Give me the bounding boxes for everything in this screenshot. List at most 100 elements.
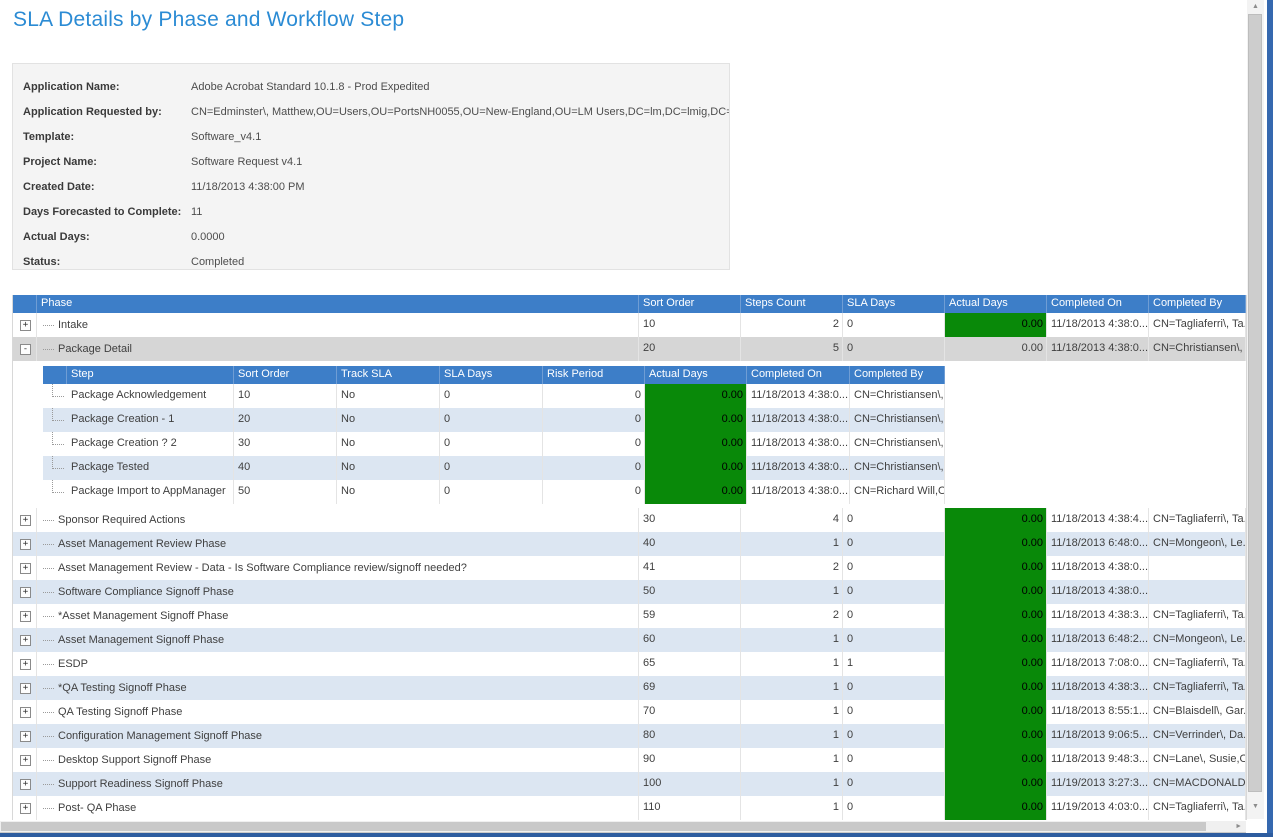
tree-dotted-line [43, 736, 54, 737]
step-row[interactable]: Package Import to AppManager50No000.0011… [43, 480, 945, 504]
sort-order-cell: 65 [639, 652, 741, 676]
tree-branch-line [52, 384, 64, 397]
step-sort-order-cell: 50 [234, 480, 337, 504]
phase-row[interactable]: +Support Readiness Signoff Phase100100.0… [13, 772, 1246, 796]
expand-icon[interactable]: + [20, 587, 31, 598]
sort-order-cell: 50 [639, 580, 741, 604]
step-indent-cell [43, 408, 67, 432]
expand-icon[interactable]: + [20, 515, 31, 526]
phase-name-cell: Package Detail [37, 337, 639, 361]
expand-icon[interactable]: + [20, 659, 31, 670]
sla-days-cell: 0 [843, 337, 945, 361]
step-column-header-step: Step [67, 366, 234, 384]
phase-row[interactable]: +Desktop Support Signoff Phase90100.0011… [13, 748, 1246, 772]
tree-dotted-line [43, 712, 54, 713]
phase-name: *QA Testing Signoff Phase [58, 677, 187, 700]
info-label: Days Forecasted to Complete: [23, 200, 191, 225]
scroll-down-icon[interactable]: ▼ [1247, 800, 1264, 813]
steps-count-cell: 1 [741, 628, 843, 652]
phase-row[interactable]: +Software Compliance Signoff Phase50100.… [13, 580, 1246, 604]
step-name-cell: Package Creation ? 2 [67, 432, 234, 456]
expand-icon[interactable]: + [20, 320, 31, 331]
expand-icon[interactable]: + [20, 779, 31, 790]
phase-row[interactable]: +Intake10200.0011/18/2013 4:38:0...CN=Ta… [13, 313, 1246, 337]
expand-icon[interactable]: + [20, 683, 31, 694]
step-sort-order-cell: 30 [234, 432, 337, 456]
phase-name-cell: ESDP [37, 652, 639, 676]
tree-branch-line [52, 456, 64, 469]
step-sla-days-cell: 0 [440, 456, 543, 480]
horizontal-scrollbar[interactable]: ► [0, 821, 1246, 833]
step-row[interactable]: Package Creation ? 230No000.0011/18/2013… [43, 432, 945, 456]
phase-row[interactable]: +QA Testing Signoff Phase70100.0011/18/2… [13, 700, 1246, 724]
expand-icon[interactable]: + [20, 707, 31, 718]
horizontal-scrollbar-thumb[interactable] [1, 822, 1206, 831]
vertical-scrollbar[interactable]: ▲ ▼ [1247, 0, 1264, 819]
vertical-scrollbar-thumb[interactable] [1248, 14, 1262, 792]
phase-row[interactable]: + Asset Management Review - Data - Is Sof… [13, 556, 1246, 580]
expand-icon[interactable]: + [20, 611, 31, 622]
phase-name-cell: Asset Management Review - Data - Is Soft… [37, 556, 639, 580]
phase-row[interactable]: +*QA Testing Signoff Phase69100.0011/18/… [13, 676, 1246, 700]
step-completed-on-cell: 11/18/2013 4:38:0... [747, 456, 850, 480]
scroll-up-icon[interactable]: ▲ [1247, 0, 1264, 13]
info-label: Status: [23, 250, 191, 275]
step-row[interactable]: Package Creation - 120No000.0011/18/2013… [43, 408, 945, 432]
info-row: Created Date:11/18/2013 4:38:00 PM [23, 175, 729, 200]
sort-order-cell: 70 [639, 700, 741, 724]
phase-row[interactable]: +Configuration Management Signoff Phase8… [13, 724, 1246, 748]
scroll-right-icon[interactable]: ► [1235, 821, 1242, 832]
actual-days-cell: 0.00 [945, 748, 1047, 772]
expander-cell: + [13, 724, 37, 748]
phase-name: Configuration Management Signoff Phase [58, 725, 262, 748]
step-sla-days-cell: 0 [440, 480, 543, 504]
expand-icon[interactable]: + [20, 539, 31, 550]
window-border-bottom [0, 833, 1273, 837]
info-row: Application Requested by:CN=Edminster\, … [23, 100, 729, 125]
phase-name: *Asset Management Signoff Phase [58, 605, 228, 628]
step-completed-by-cell: CN=Christiansen\, ... [850, 456, 945, 480]
expand-icon[interactable]: + [20, 803, 31, 814]
step-completed-on-cell: 11/18/2013 4:38:0... [747, 408, 850, 432]
step-row[interactable]: Package Acknowledgement10No000.0011/18/2… [43, 384, 945, 408]
step-completed-by-cell: CN=Christiansen\, ... [850, 432, 945, 456]
phase-row[interactable]: +*Asset Management Signoff Phase59200.00… [13, 604, 1246, 628]
phase-name: ESDP [58, 653, 88, 676]
phase-row[interactable]: +Asset Management Signoff Phase60100.001… [13, 628, 1246, 652]
sort-order-cell: 90 [639, 748, 741, 772]
actual-days-cell: 0.00 [945, 313, 1047, 337]
step-table-header-row: StepSort OrderTrack SLASLA DaysRisk Peri… [43, 366, 945, 384]
collapse-icon[interactable]: - [20, 344, 31, 355]
tree-dotted-line [43, 688, 54, 689]
actual-days-cell: 0.00 [945, 676, 1047, 700]
phase-row[interactable]: +Post- QA Phase110100.0011/19/2013 4:03:… [13, 796, 1246, 820]
column-header-steps-count: Steps Count [741, 295, 843, 313]
expand-icon[interactable]: + [20, 563, 31, 574]
completed-by-cell [1149, 556, 1246, 580]
step-track-sla-cell: No [337, 456, 440, 480]
expand-icon[interactable]: + [20, 731, 31, 742]
phase-row[interactable]: -Package Detail20500.0011/18/2013 4:38:0… [13, 337, 1246, 361]
phase-name-cell: QA Testing Signoff Phase [37, 700, 639, 724]
column-header-sort-order: Sort Order [639, 295, 741, 313]
expand-icon[interactable]: + [20, 755, 31, 766]
expander-cell: + [13, 556, 37, 580]
step-risk-period-cell: 0 [543, 480, 645, 504]
step-row[interactable]: Package Tested40No000.0011/18/2013 4:38:… [43, 456, 945, 480]
step-table: StepSort OrderTrack SLASLA DaysRisk Peri… [43, 366, 945, 504]
step-actual-days-cell: 0.00 [645, 408, 747, 432]
completed-by-cell: CN=Blaisdell\, Gar... [1149, 700, 1246, 724]
column-header-spacer [13, 295, 37, 313]
sla-days-cell: 0 [843, 748, 945, 772]
expand-icon[interactable]: + [20, 635, 31, 646]
phase-row[interactable]: +Asset Management Review Phase40100.0011… [13, 532, 1246, 556]
phase-row[interactable]: +ESDP65110.0011/18/2013 7:08:0...CN=Tagl… [13, 652, 1246, 676]
tree-dotted-line [43, 784, 54, 785]
tree-dotted-line [43, 544, 54, 545]
phase-name: QA Testing Signoff Phase [58, 701, 182, 724]
completed-by-cell: CN=Tagliaferri\, Ta... [1149, 796, 1246, 820]
phase-name: Desktop Support Signoff Phase [58, 749, 211, 772]
phase-row[interactable]: +Sponsor Required Actions30400.0011/18/2… [13, 508, 1246, 532]
step-sla-days-cell: 0 [440, 408, 543, 432]
sla-days-cell: 0 [843, 580, 945, 604]
